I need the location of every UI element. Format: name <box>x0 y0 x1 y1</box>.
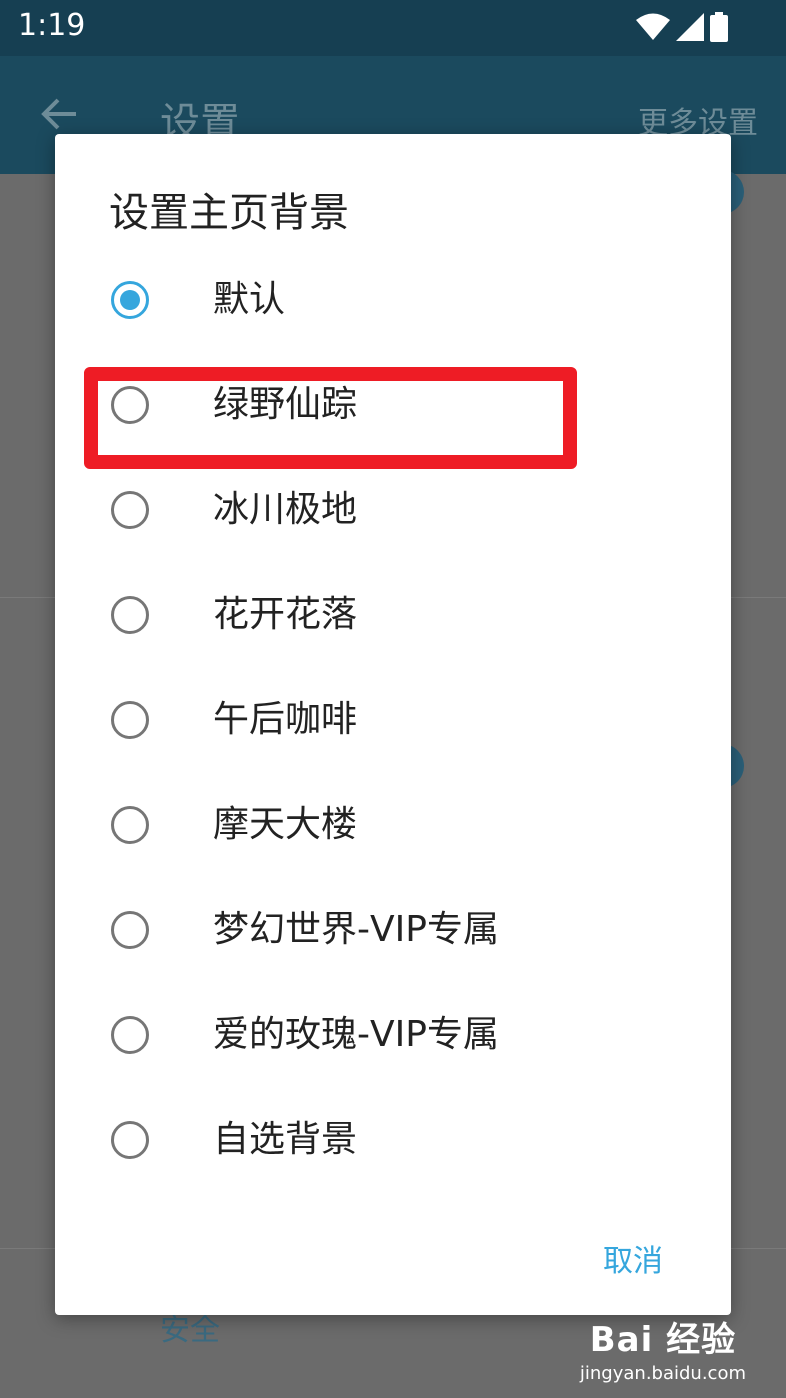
dialog-title: 设置主页背景 <box>109 190 349 236</box>
highlight-annotation <box>84 367 577 469</box>
background-dialog: 设置主页背景 默认 绿野仙踪 冰川极地 花开花落 午后咖啡 摩天大楼 梦幻世界-… <box>55 134 731 1315</box>
radio-unchecked-icon[interactable] <box>111 806 149 844</box>
option-label: 花开花落 <box>213 594 358 635</box>
watermark-logo: Bai 经验 <box>589 1320 737 1360</box>
status-bar: 1:19 <box>0 0 786 56</box>
option-default[interactable]: 默认 <box>55 250 731 355</box>
signal-icon <box>676 13 704 41</box>
option-label: 梦幻世界-VIP专属 <box>213 909 499 950</box>
radio-unchecked-icon[interactable] <box>111 1121 149 1159</box>
radio-checked-icon[interactable] <box>111 281 149 319</box>
watermark-url: jingyan.baidu.com <box>579 1363 746 1384</box>
option-glacier[interactable]: 冰川极地 <box>55 460 731 565</box>
radio-unchecked-icon[interactable] <box>111 491 149 529</box>
option-rose[interactable]: 爱的玫瑰-VIP专属 <box>55 985 731 1090</box>
radio-unchecked-icon[interactable] <box>111 596 149 634</box>
option-skyscraper[interactable]: 摩天大楼 <box>55 775 731 880</box>
radio-unchecked-icon[interactable] <box>111 1016 149 1054</box>
option-dream-world[interactable]: 梦幻世界-VIP专属 <box>55 880 731 985</box>
back-arrow-icon[interactable] <box>40 94 80 134</box>
option-label: 自选背景 <box>213 1119 358 1160</box>
battery-icon <box>710 12 728 42</box>
status-icons <box>636 12 728 42</box>
option-custom[interactable]: 自选背景 <box>55 1090 731 1195</box>
option-coffee[interactable]: 午后咖啡 <box>55 670 731 775</box>
wifi-icon <box>636 13 670 40</box>
watermark: Bai 经验 jingyan.baidu.com <box>580 1312 746 1384</box>
option-label: 摩天大楼 <box>213 804 358 845</box>
cancel-button[interactable]: 取消 <box>603 1236 663 1280</box>
radio-unchecked-icon[interactable] <box>111 701 149 739</box>
option-flowers[interactable]: 花开花落 <box>55 565 731 670</box>
option-label: 冰川极地 <box>213 489 358 530</box>
status-time: 1:19 <box>18 8 86 43</box>
option-label: 午后咖啡 <box>213 699 358 740</box>
option-label: 默认 <box>213 279 286 320</box>
radio-unchecked-icon[interactable] <box>111 911 149 949</box>
option-label: 爱的玫瑰-VIP专属 <box>213 1014 499 1055</box>
